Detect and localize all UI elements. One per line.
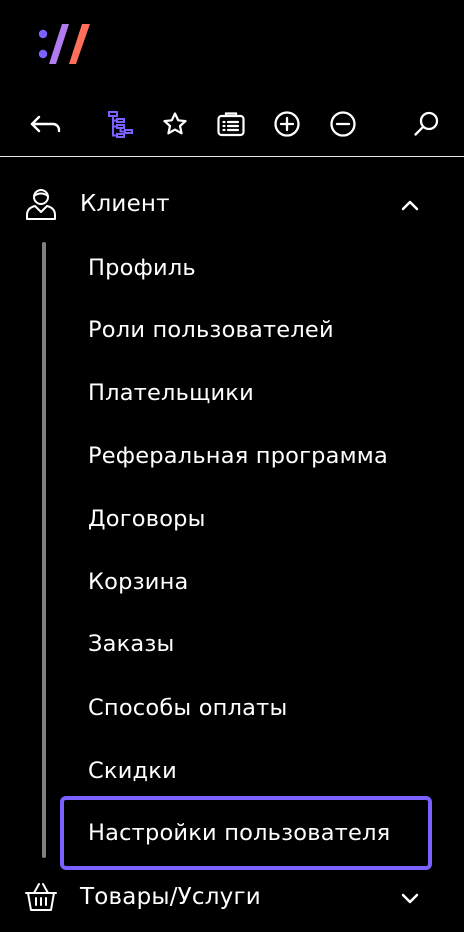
section-client-label: Клиент: [80, 191, 170, 217]
menu-item-user-settings[interactable]: Настройки пользователя: [88, 811, 390, 855]
plus-circle-icon: [273, 110, 301, 138]
back-button[interactable]: [26, 104, 66, 144]
chevron-up-icon[interactable]: [398, 193, 422, 217]
search-button[interactable]: [406, 104, 446, 144]
minus-circle-icon: [329, 110, 357, 138]
search-icon: [412, 110, 440, 138]
tree-structure-icon: [105, 109, 135, 139]
section-client[interactable]: Клиент: [0, 178, 464, 230]
favorites-button[interactable]: [155, 104, 195, 144]
list-button[interactable]: [211, 104, 251, 144]
menu-item-contracts[interactable]: Договоры: [88, 497, 206, 541]
menu-item-orders[interactable]: Заказы: [88, 622, 175, 666]
basket-icon: [24, 880, 58, 914]
toolbar-divider: [0, 156, 464, 157]
toolbar: [0, 100, 464, 148]
user-icon: [24, 187, 58, 221]
expand-all-button[interactable]: [267, 104, 307, 144]
menu-item-user-roles[interactable]: Роли пользователей: [88, 308, 334, 352]
menu-item-referral-program[interactable]: Реферальная программа: [88, 434, 388, 478]
collapse-all-button[interactable]: [323, 104, 363, 144]
chevron-down-icon[interactable]: [398, 886, 422, 910]
menu-item-payment-methods[interactable]: Способы оплаты: [88, 686, 287, 730]
briefcase-list-icon: [216, 110, 246, 138]
brand-logo-icon[interactable]: [38, 24, 108, 68]
menu-item-payers[interactable]: Плательщики: [88, 371, 254, 415]
menu-item-cart[interactable]: Корзина: [88, 560, 189, 604]
tree-line: [42, 242, 46, 858]
menu-item-profile[interactable]: Профиль: [88, 246, 196, 290]
section-goods-services[interactable]: Товары/Услуги: [0, 871, 464, 923]
tree-view-button[interactable]: [100, 104, 140, 144]
menu-item-discounts[interactable]: Скидки: [88, 749, 177, 793]
back-arrow-icon: [28, 112, 64, 136]
star-icon: [162, 111, 188, 137]
section-goods-services-label: Товары/Услуги: [80, 884, 261, 910]
